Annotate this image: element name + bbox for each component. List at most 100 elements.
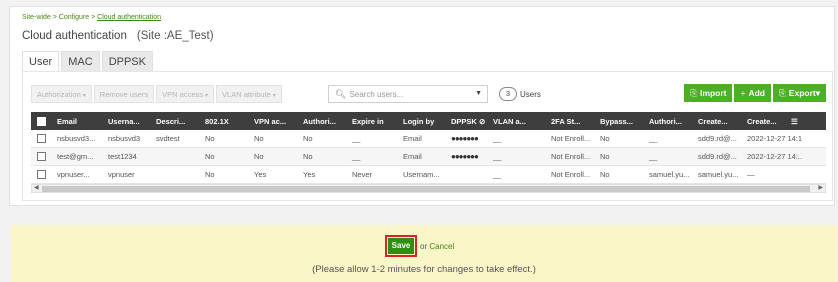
- search-icon: 🔍︎: [335, 89, 347, 99]
- row-checkbox[interactable]: [31, 134, 53, 144]
- column-settings-icon[interactable]: ☰: [791, 117, 805, 126]
- plus-icon: +: [740, 88, 746, 98]
- cell-email: test@gm...: [57, 152, 94, 161]
- cell-vpn-access: No: [254, 152, 264, 161]
- tab-user[interactable]: User: [22, 51, 60, 71]
- cell-authorization: No: [303, 134, 313, 143]
- user-count-badge: 3: [499, 87, 517, 101]
- col-8021x[interactable]: 802.1X: [201, 117, 250, 126]
- cell-2fa-status: Not Enroll...: [551, 134, 591, 143]
- col-authorization[interactable]: Authori...: [299, 117, 348, 126]
- cell-vpn-access: No: [254, 134, 264, 143]
- cell-8021x: No: [205, 170, 215, 179]
- tab-content: Authorization ▾ Remove users VPN access ▾ …: [22, 71, 833, 201]
- cell-username: test1234: [108, 152, 137, 161]
- cell-authorized-by: __: [649, 152, 658, 161]
- col-created-at[interactable]: Create...: [743, 117, 791, 126]
- cell-login-by: Usernam...: [403, 170, 440, 179]
- cell-8021x: No: [205, 152, 215, 161]
- col-vpn-access[interactable]: VPN ac...: [250, 117, 299, 126]
- col-vlan[interactable]: VLAN a...: [489, 117, 547, 126]
- remove-users-button[interactable]: Remove users: [93, 85, 155, 103]
- bulk-action-toolbar: Authorization ▾ Remove users VPN access ▾ …: [31, 85, 282, 103]
- breadcrumb-configure[interactable]: Configure: [59, 14, 89, 21]
- cell-authorization: Yes: [303, 170, 316, 179]
- cell-created-by: sdd9.rd@...: [698, 134, 737, 143]
- table-row[interactable]: nsbusvd3... nsbusvd3 svdtest No No No __…: [31, 130, 826, 148]
- horizontal-scrollbar[interactable]: ◀ ▶: [31, 184, 826, 193]
- chevron-down-icon[interactable]: ▼: [475, 86, 482, 102]
- cell-2fa-status: Not Enroll...: [551, 152, 591, 161]
- scroll-left-icon[interactable]: ◀: [34, 184, 39, 191]
- table-row[interactable]: test@gm... test1234 No No No __ Email ●●…: [31, 148, 826, 166]
- cell-bypass: No: [600, 152, 610, 161]
- cell-bypass: No: [600, 134, 610, 143]
- tab-dppsk[interactable]: DPPSK: [101, 51, 153, 71]
- authorization-dropdown[interactable]: Authorization ▾: [31, 85, 92, 103]
- row-checkbox[interactable]: [31, 170, 53, 180]
- cell-created-at: —: [747, 170, 755, 179]
- cell-vlan: __: [493, 134, 502, 143]
- col-description[interactable]: Descri...: [152, 117, 201, 126]
- scroll-right-icon[interactable]: ▶: [818, 184, 823, 191]
- user-count: 3 Users: [499, 87, 541, 101]
- search-input[interactable]: 🔍︎ Search users... ▼: [328, 85, 488, 103]
- col-bypass[interactable]: Bypass...: [596, 117, 645, 126]
- eye-off-icon[interactable]: ⊘: [479, 117, 485, 126]
- cell-authorized-by: samuel.yu...: [649, 170, 690, 179]
- table-actions: ⎘ Import + Add ⎘ Export▾: [684, 84, 826, 102]
- cell-bypass: No: [600, 170, 610, 179]
- save-bar: Save or Cancel (Please allow 1-2 minutes…: [11, 225, 837, 282]
- select-all-checkbox[interactable]: [31, 116, 53, 126]
- cell-expire-in: __: [352, 152, 361, 161]
- cell-vlan: __: [493, 152, 502, 161]
- col-expire-in[interactable]: Expire in: [348, 117, 399, 126]
- col-created-by[interactable]: Create...: [694, 117, 743, 126]
- vlan-attribute-dropdown[interactable]: VLAN attribute ▾: [216, 85, 282, 103]
- add-button[interactable]: + Add: [734, 84, 771, 102]
- breadcrumb: Site-wide > Configure > Cloud authentica…: [22, 14, 161, 21]
- vpn-access-dropdown[interactable]: VPN access ▾: [156, 85, 215, 103]
- cell-dppsk: ●●●●●●●: [451, 152, 479, 161]
- scrollbar-thumb[interactable]: [42, 186, 810, 192]
- save-highlight: Save: [385, 235, 417, 257]
- col-authorized-by[interactable]: Authori...: [645, 117, 694, 126]
- or-cancel: or Cancel: [420, 242, 455, 251]
- users-table: Email Userna... Descri... 802.1X VPN ac.…: [31, 112, 826, 184]
- cancel-link[interactable]: Cancel: [429, 242, 454, 251]
- chevron-down-icon: ▾: [815, 88, 820, 98]
- cell-authorized-by: __: [649, 134, 658, 143]
- col-username[interactable]: Userna...: [104, 117, 152, 126]
- cell-created-at: 2022-12-27 14:..: [747, 152, 803, 161]
- row-checkbox[interactable]: [31, 152, 53, 162]
- cell-username: vpnuser: [108, 170, 135, 179]
- col-login-by[interactable]: Login by: [399, 117, 447, 126]
- col-email[interactable]: Email: [53, 117, 104, 126]
- cell-expire-in: Never: [352, 170, 373, 179]
- cell-expire-in: __: [352, 134, 361, 143]
- cell-created-at: 2022-12-27 14:1: [747, 134, 803, 143]
- table-header-row: Email Userna... Descri... 802.1X VPN ac.…: [31, 112, 826, 130]
- cell-authorization: No: [303, 152, 313, 161]
- breadcrumb-cloud-authentication[interactable]: Cloud authentication: [97, 14, 161, 21]
- cell-email: vpnuser...: [57, 170, 90, 179]
- import-button[interactable]: ⎘ Import: [684, 84, 733, 102]
- main-panel: Site-wide > Configure > Cloud authentica…: [9, 6, 835, 206]
- import-icon: ⎘: [690, 88, 698, 98]
- chevron-down-icon: ▾: [82, 93, 86, 99]
- tab-mac[interactable]: MAC: [61, 51, 100, 71]
- col-2fa-status[interactable]: 2FA St...: [547, 117, 596, 126]
- apply-note: (Please allow 1-2 minutes for changes to…: [312, 264, 536, 275]
- export-button[interactable]: ⎘ Export▾: [772, 84, 826, 102]
- save-button[interactable]: Save: [388, 238, 414, 254]
- table-row[interactable]: vpnuser... vpnuser No Yes Yes Never User…: [31, 166, 826, 184]
- page-title: Cloud authentication (Site :AE_Test): [22, 30, 214, 42]
- breadcrumb-site-wide[interactable]: Site-wide: [22, 14, 51, 21]
- cell-vpn-access: Yes: [254, 170, 267, 179]
- col-dppsk[interactable]: DPPSK ⊘: [447, 117, 489, 126]
- cell-login-by: Email: [403, 134, 422, 143]
- cell-dppsk: ●●●●●●●: [451, 134, 479, 143]
- export-icon: ⎘: [778, 88, 786, 98]
- chevron-down-icon: ▾: [205, 93, 209, 99]
- cell-login-by: Email: [403, 152, 422, 161]
